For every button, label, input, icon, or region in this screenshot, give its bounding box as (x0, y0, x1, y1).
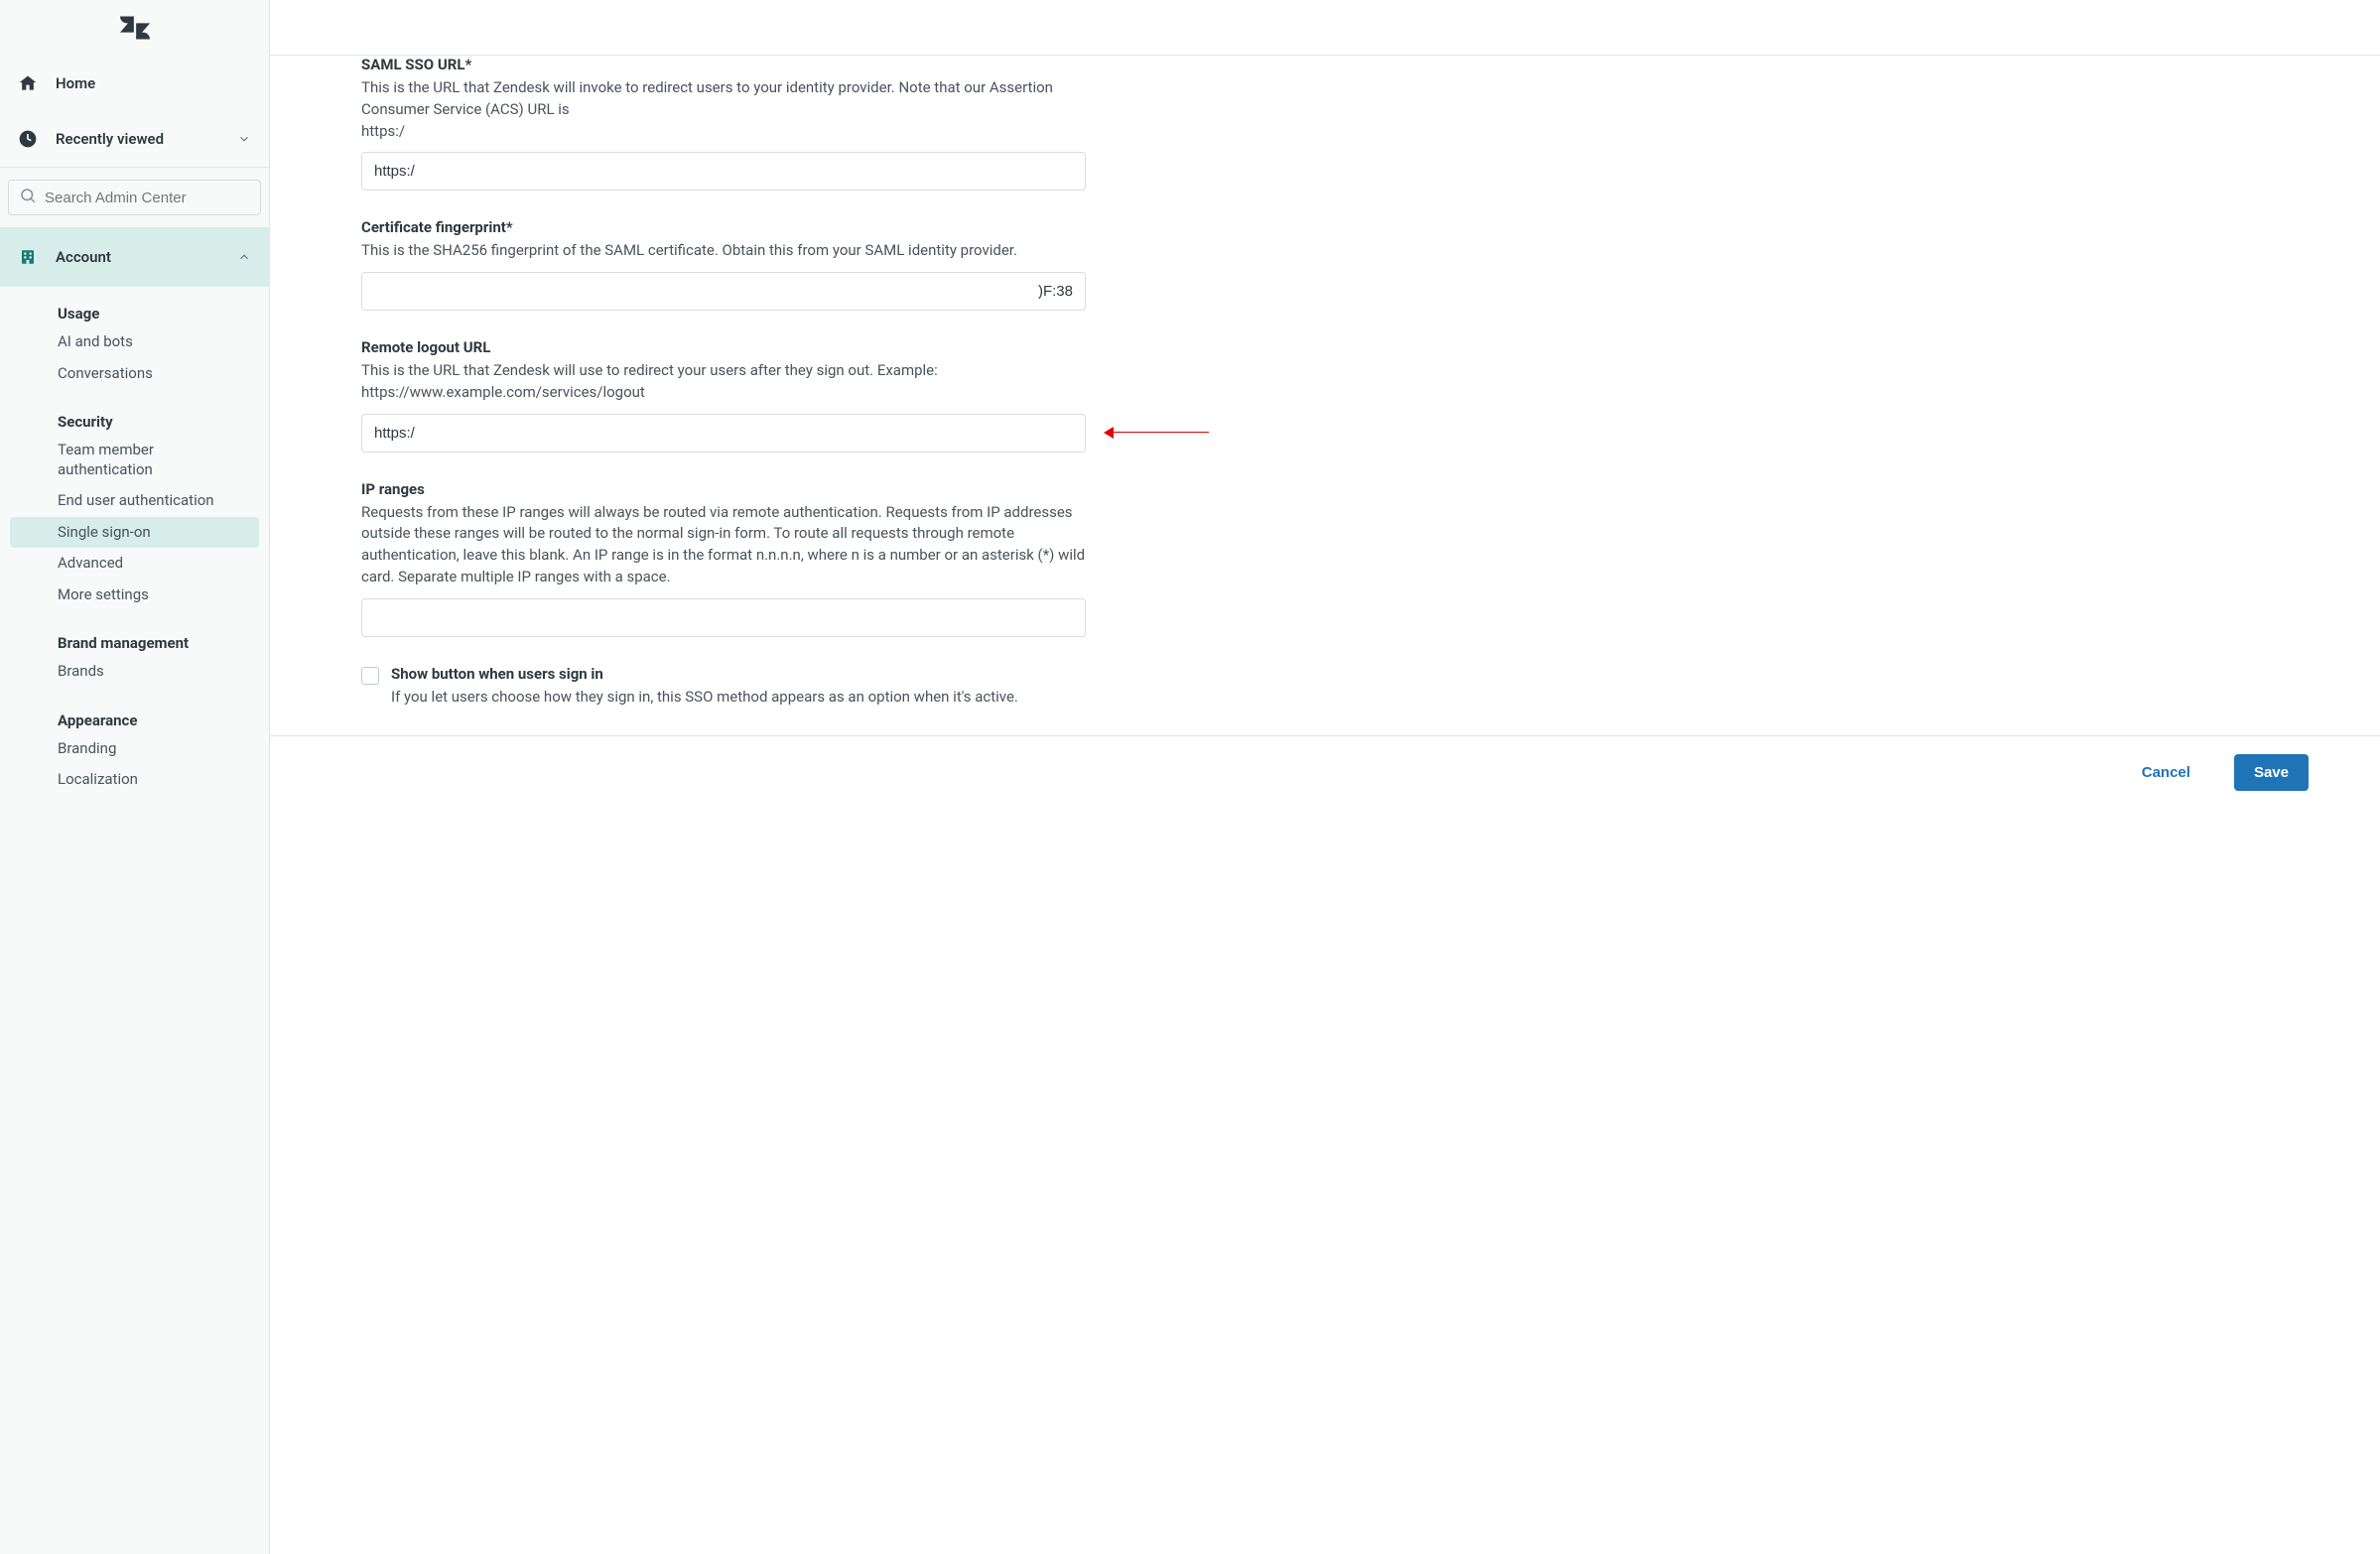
field-saml-sso-url: SAML SSO URL* This is the URL that Zende… (361, 56, 1096, 191)
cert-fingerprint-help: This is the SHA256 fingerprint of the SA… (361, 240, 1096, 262)
search-container (0, 168, 269, 227)
sidebar-item-localization[interactable]: Localization (0, 764, 269, 796)
sidebar-item-ai-and-bots[interactable]: AI and bots (0, 326, 269, 358)
show-button-help: If you let users choose how they sign in… (391, 687, 1018, 709)
field-remote-logout: Remote logout URL This is the URL that Z… (361, 338, 1096, 453)
group-appearance-heading: Appearance (0, 702, 269, 733)
search-box[interactable] (8, 180, 261, 215)
ip-ranges-input[interactable] (361, 598, 1086, 637)
search-icon (19, 187, 37, 208)
field-ip-ranges: IP ranges Requests from these IP ranges … (361, 480, 1096, 637)
chevron-up-icon (237, 250, 251, 264)
remote-logout-input[interactable] (361, 414, 1086, 453)
section-account-label: Account (56, 248, 111, 266)
sidebar: Home Recently viewed Account Usage AI an… (0, 0, 270, 1554)
home-icon (18, 73, 38, 93)
search-input[interactable] (45, 190, 250, 206)
field-show-button: Show button when users sign in If you le… (361, 665, 1096, 709)
nav-recently-viewed[interactable]: Recently viewed (0, 111, 269, 167)
nav-home[interactable]: Home (0, 56, 269, 111)
remote-logout-help: This is the URL that Zendesk will use to… (361, 360, 1096, 404)
group-security-heading: Security (0, 403, 269, 435)
sidebar-item-single-sign-on[interactable]: Single sign-on (10, 517, 259, 549)
section-account[interactable]: Account (0, 227, 269, 287)
ip-ranges-label: IP ranges (361, 480, 1096, 498)
group-brand-heading: Brand management (0, 624, 269, 656)
remote-logout-label: Remote logout URL (361, 338, 1096, 356)
ip-ranges-help: Requests from these IP ranges will alway… (361, 502, 1096, 588)
chevron-down-icon (237, 132, 251, 146)
sidebar-item-conversations[interactable]: Conversations (0, 358, 269, 390)
nav-home-label: Home (56, 74, 95, 92)
group-usage-heading: Usage (0, 295, 269, 326)
building-icon (18, 248, 38, 266)
top-bar (270, 0, 2380, 56)
sidebar-item-end-user-auth[interactable]: End user authentication (0, 485, 269, 517)
clock-icon (18, 129, 38, 149)
saml-sso-url-label: SAML SSO URL* (361, 56, 1096, 73)
annotation-arrow (1104, 427, 1209, 439)
show-button-label: Show button when users sign in (391, 665, 1018, 683)
cancel-button[interactable]: Cancel (2122, 754, 2210, 791)
sidebar-item-brands[interactable]: Brands (0, 656, 269, 688)
account-subsection: Usage AI and bots Conversations Security… (0, 287, 269, 810)
cert-fingerprint-label: Certificate fingerprint* (361, 218, 1096, 236)
show-button-checkbox[interactable] (361, 667, 379, 685)
nav-recent-label: Recently viewed (56, 130, 164, 148)
zendesk-logo-icon (120, 16, 150, 40)
sidebar-item-branding[interactable]: Branding (0, 733, 269, 765)
sidebar-item-team-member-auth[interactable]: Team member authentication (0, 435, 269, 485)
saml-sso-url-input[interactable] (361, 152, 1086, 191)
content: SAML SSO URL* This is the URL that Zende… (270, 56, 2380, 1554)
save-button[interactable]: Save (2234, 754, 2309, 791)
cert-fingerprint-input[interactable] (361, 272, 1086, 311)
main: SAML SSO URL* This is the URL that Zende… (270, 0, 2380, 1554)
field-cert-fingerprint: Certificate fingerprint* This is the SHA… (361, 218, 1096, 311)
zendesk-logo (0, 0, 269, 56)
footer: Cancel Save (361, 736, 2380, 809)
sidebar-item-advanced[interactable]: Advanced (0, 548, 269, 580)
saml-sso-url-help: This is the URL that Zendesk will invoke… (361, 77, 1096, 142)
sidebar-item-more-settings[interactable]: More settings (0, 580, 269, 611)
